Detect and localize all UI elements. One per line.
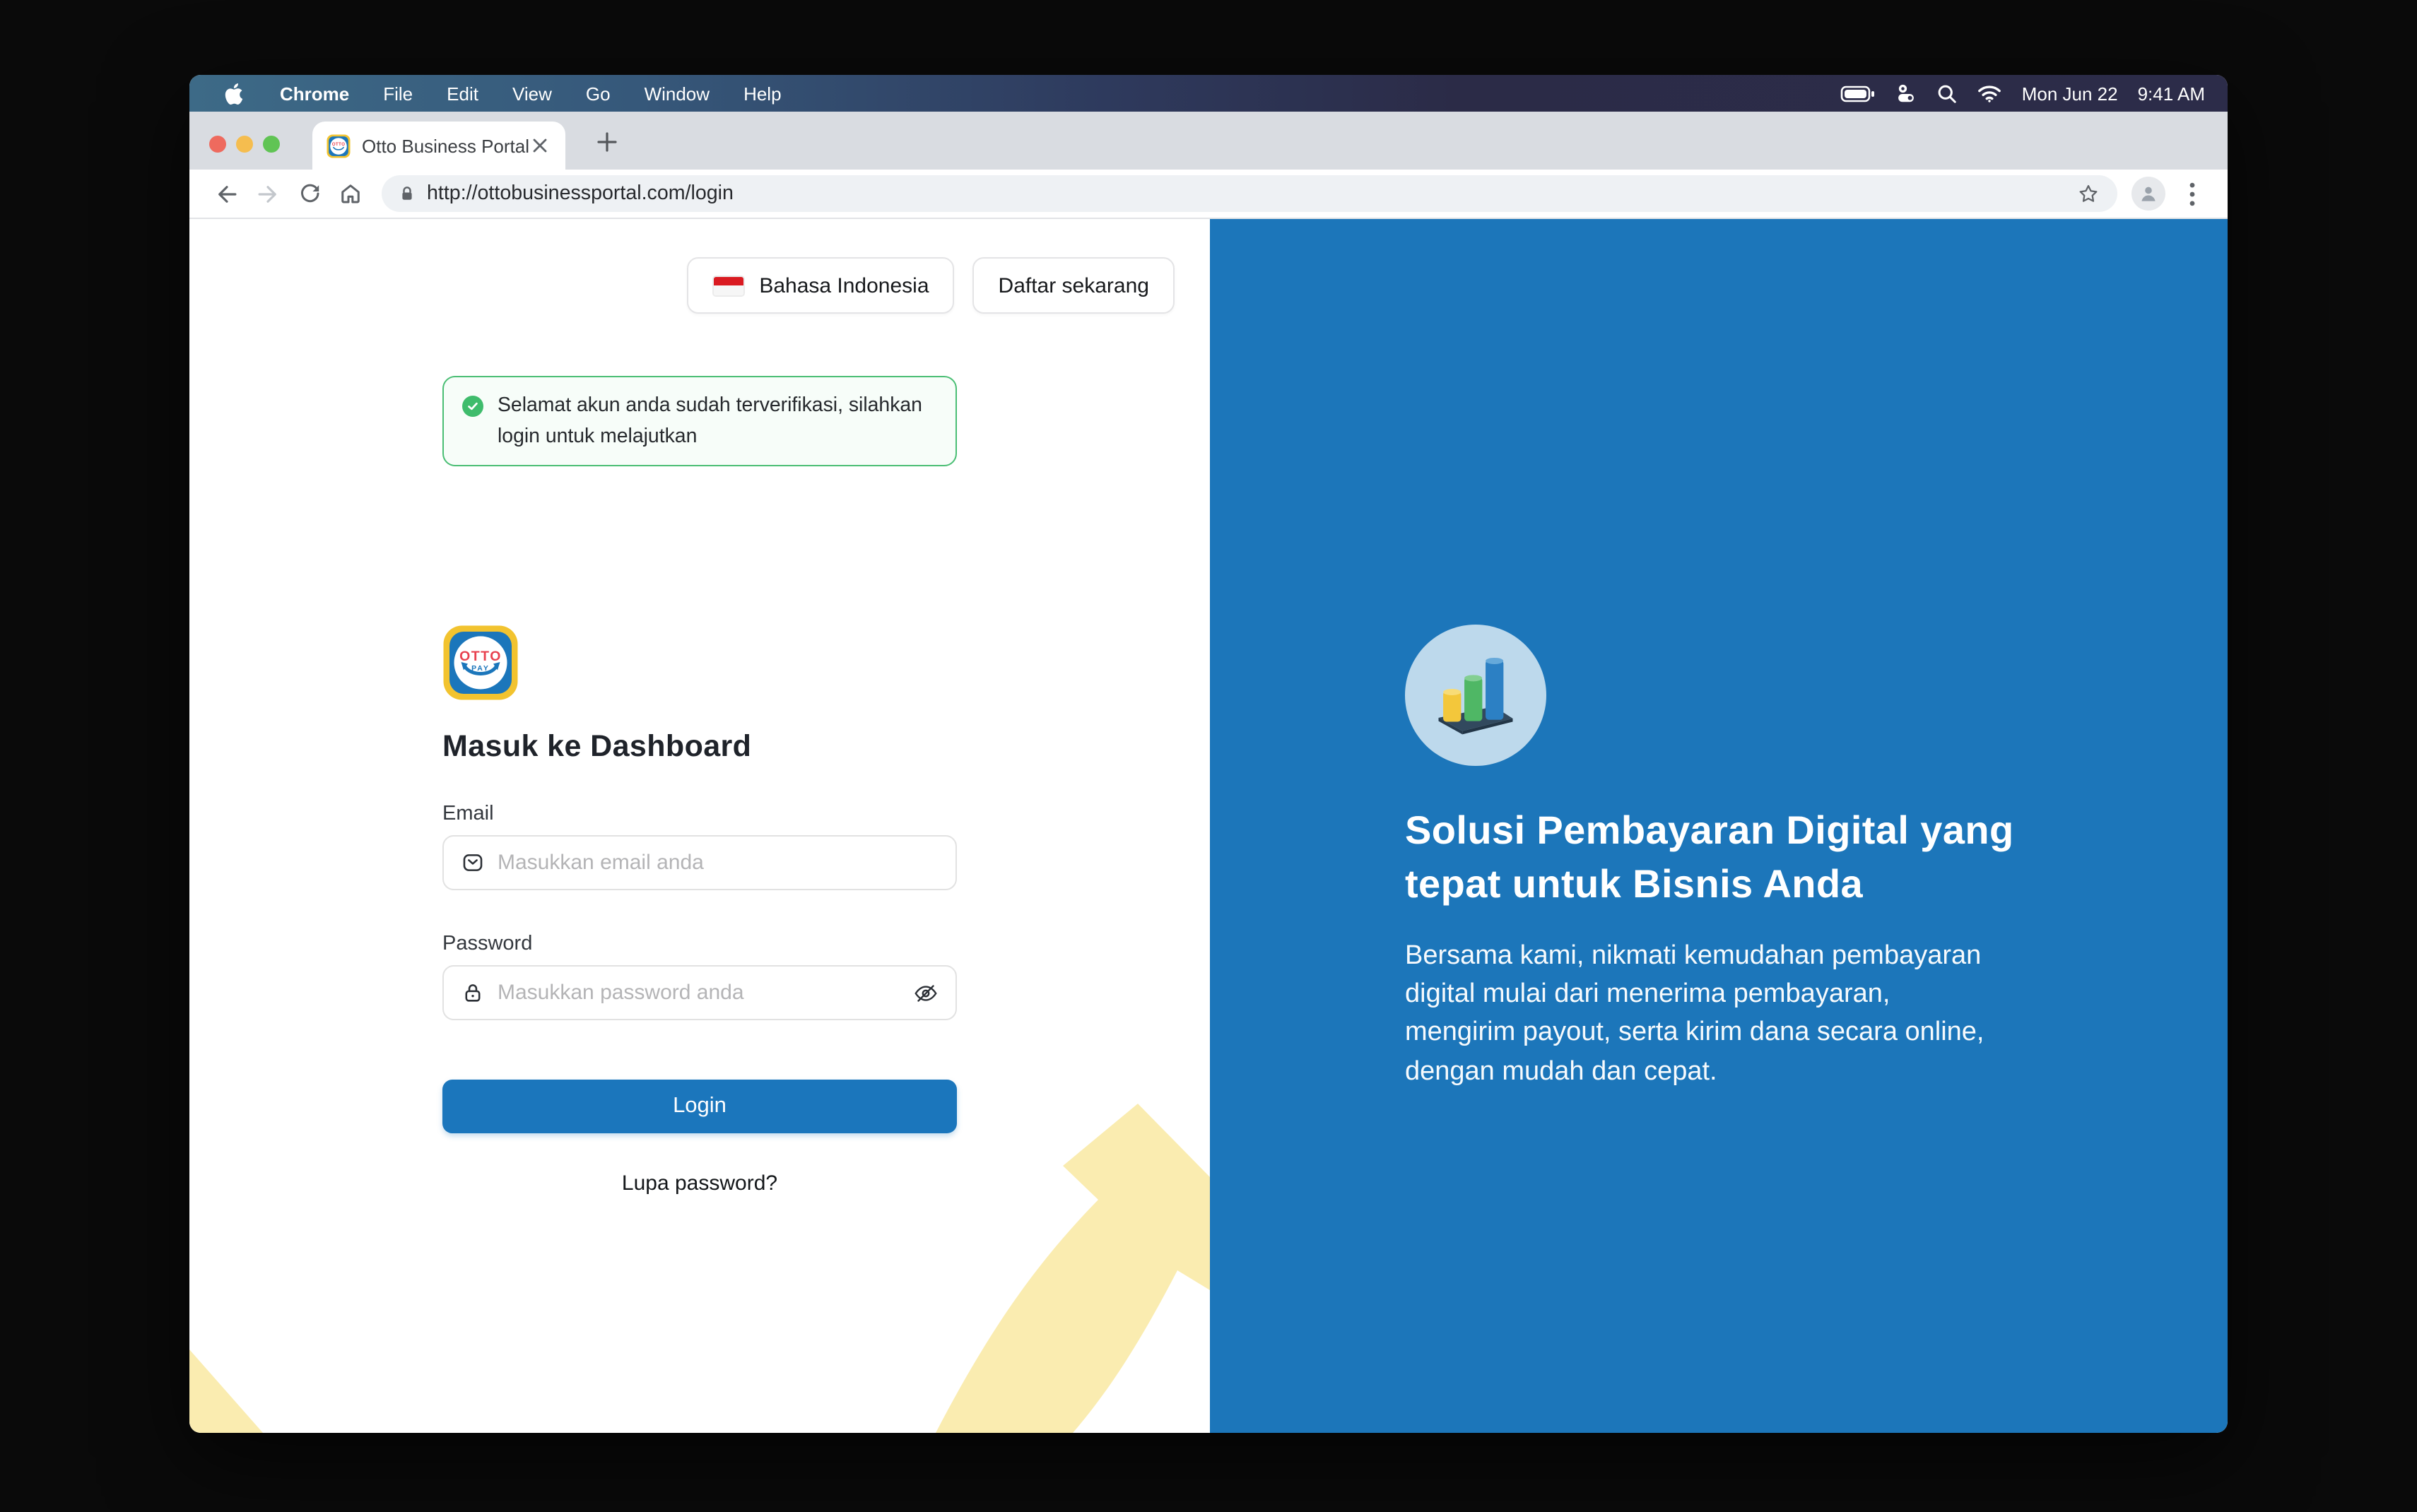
battery-icon[interactable] bbox=[1841, 84, 1876, 102]
home-icon[interactable] bbox=[329, 173, 370, 214]
wifi-icon[interactable] bbox=[1978, 84, 2002, 102]
forward-icon[interactable] bbox=[247, 173, 288, 214]
language-button-label: Bahasa Indonesia bbox=[759, 273, 929, 297]
top-actions: Bahasa Indonesia Daftar sekarang bbox=[687, 257, 1175, 314]
zoom-window-button[interactable] bbox=[263, 136, 280, 153]
padlock-icon[interactable] bbox=[399, 184, 416, 203]
menu-item-window[interactable]: Window bbox=[645, 83, 710, 104]
form-heading: Masuk ke Dashboard bbox=[442, 729, 957, 764]
success-alert-text: Selamat akun anda sudah terverifikasi, s… bbox=[498, 394, 922, 448]
desktop: Chrome File Edit View Go Window Help bbox=[0, 0, 2417, 1512]
menu-bar-time[interactable]: 9:41 AM bbox=[2138, 83, 2205, 104]
tab-title: Otto Business Portal bbox=[362, 135, 529, 156]
search-icon[interactable] bbox=[1937, 83, 1958, 104]
menu-item-edit[interactable]: Edit bbox=[447, 83, 478, 104]
menu-item-chrome[interactable]: Chrome bbox=[280, 83, 349, 104]
address-bar[interactable]: http://ottobusinessportal.com/login bbox=[382, 175, 2117, 212]
browser-menu-icon[interactable] bbox=[2174, 175, 2211, 212]
menu-bar-status: Mon Jun 22 9:41 AM bbox=[1841, 83, 2205, 104]
ottopay-logo: OTTO PAY bbox=[442, 625, 519, 701]
macos-menu-bar: Chrome File Edit View Go Window Help bbox=[189, 75, 2228, 112]
page-content: Bahasa Indonesia Daftar sekarang Selamat… bbox=[189, 219, 2228, 1433]
indonesia-flag-icon bbox=[712, 275, 745, 296]
bar-chart-icon bbox=[1433, 654, 1518, 736]
hero-illustration-circle bbox=[1405, 625, 1546, 766]
login-button[interactable]: Login bbox=[442, 1080, 957, 1133]
success-alert: Selamat akun anda sudah terverifikasi, s… bbox=[442, 376, 957, 466]
eye-off-icon[interactable] bbox=[913, 980, 939, 1005]
control-center-icon[interactable] bbox=[1896, 83, 1917, 104]
register-button-label: Daftar sekarang bbox=[999, 273, 1149, 297]
minimize-window-button[interactable] bbox=[236, 136, 253, 153]
svg-text:OTTO: OTTO bbox=[332, 141, 346, 146]
logo-otto-text: OTTO bbox=[459, 649, 502, 664]
forgot-password-link[interactable]: Lupa password? bbox=[442, 1171, 957, 1195]
register-button[interactable]: Daftar sekarang bbox=[973, 257, 1175, 314]
url-text[interactable]: http://ottobusinessportal.com/login bbox=[427, 182, 2076, 205]
login-panel: Bahasa Indonesia Daftar sekarang Selamat… bbox=[189, 219, 1210, 1433]
menu-bar-date[interactable]: Mon Jun 22 bbox=[2022, 83, 2118, 104]
menu-item-go[interactable]: Go bbox=[586, 83, 611, 104]
tab-close-icon[interactable] bbox=[529, 134, 551, 157]
new-tab-button[interactable] bbox=[591, 126, 622, 157]
close-window-button[interactable] bbox=[209, 136, 226, 153]
password-field-wrapper bbox=[442, 965, 957, 1020]
email-field-wrapper bbox=[442, 835, 957, 890]
email-input[interactable] bbox=[498, 851, 939, 875]
profile-avatar-icon[interactable] bbox=[2131, 177, 2165, 211]
email-label: Email bbox=[442, 803, 957, 825]
browser-tab[interactable]: OTTO Otto Business Portal bbox=[312, 122, 565, 170]
check-circle-icon bbox=[462, 396, 483, 417]
menu-item-help[interactable]: Help bbox=[743, 83, 782, 104]
browser-toolbar: http://ottobusinessportal.com/login bbox=[189, 170, 2228, 219]
ottopay-favicon: OTTO bbox=[327, 134, 351, 158]
window-controls bbox=[209, 136, 280, 153]
bookmark-star-icon[interactable] bbox=[2076, 182, 2100, 206]
back-icon[interactable] bbox=[206, 173, 247, 214]
hero-description: Bersama kami, nikmati kemudahan pembayar… bbox=[1405, 937, 2112, 1091]
menu-item-file[interactable]: File bbox=[383, 83, 413, 104]
language-button[interactable]: Bahasa Indonesia bbox=[687, 257, 954, 314]
lock-icon bbox=[461, 981, 485, 1005]
reload-icon[interactable] bbox=[288, 173, 329, 214]
browser-window: Chrome File Edit View Go Window Help bbox=[189, 75, 2228, 1433]
hero-heading: Solusi Pembayaran Digital yang tepat unt… bbox=[1405, 804, 2083, 911]
tab-strip: OTTO Otto Business Portal bbox=[189, 112, 2228, 170]
menu-item-view[interactable]: View bbox=[512, 83, 552, 104]
hero-panel: Solusi Pembayaran Digital yang tepat unt… bbox=[1210, 219, 2228, 1433]
login-form: OTTO PAY Masuk ke Dashboard Email bbox=[442, 625, 957, 1195]
apple-icon[interactable] bbox=[225, 83, 243, 104]
menu-items: Chrome File Edit View Go Window Help bbox=[280, 83, 782, 104]
password-input[interactable] bbox=[498, 981, 900, 1005]
password-label: Password bbox=[442, 933, 957, 955]
email-icon bbox=[461, 851, 485, 875]
